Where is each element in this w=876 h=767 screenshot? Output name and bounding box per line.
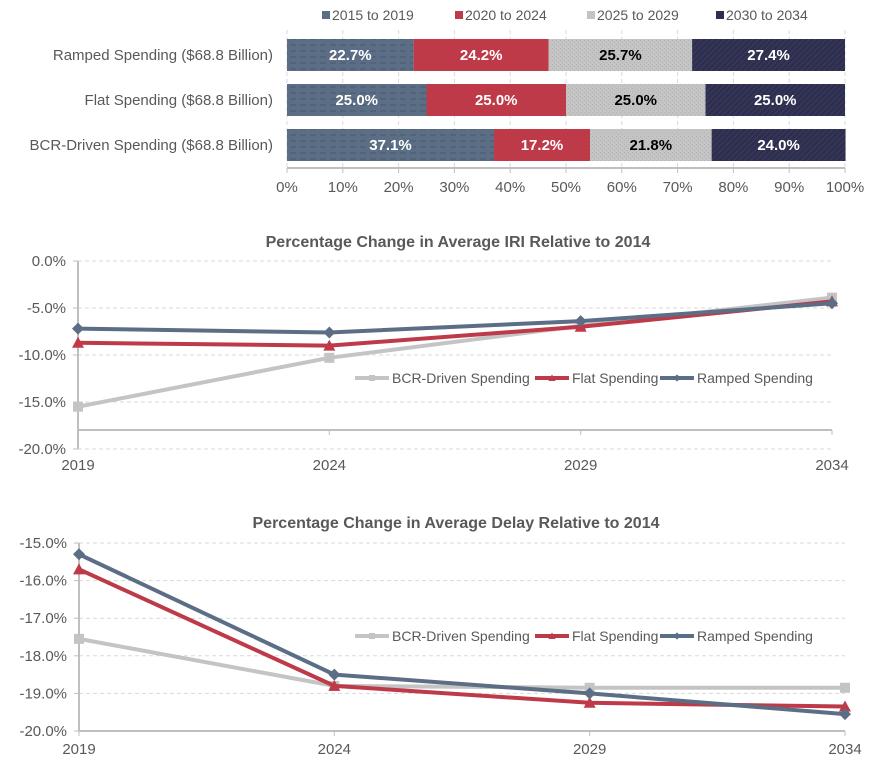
y-tick-label: -19.0%	[19, 685, 67, 702]
y-tick-label: -20.0%	[18, 441, 66, 458]
data-point-ramped-spending	[323, 326, 336, 339]
data-point-bcr-driven-spending	[840, 682, 850, 693]
bar-x-axis: 0% 10% 20% 30% 40% 50% 60% 70% 80% 90% 100%	[276, 167, 864, 196]
figure: 2015 to 2019 2020 to 2024 2025 to 2029 2030…	[18, 7, 865, 758]
data-point-ramped-spending	[72, 322, 84, 335]
iri-chart-title: Percentage Change in Average IRI Relativ…	[266, 234, 651, 251]
legend-label-bcr-driven-spending: BCR-Driven Spending	[392, 370, 530, 386]
category-label: Flat Spending ($68.8 Billion)	[85, 92, 273, 109]
legend-label-ramped-spending: Ramped Spending	[697, 628, 813, 644]
legend-swatch-2025-to-2029	[587, 11, 595, 19]
bar-x-tick-label: 100%	[826, 179, 864, 196]
bar-data-label: 24.2%	[460, 47, 503, 64]
bar-segments: 22.7% 24.2% 25.7% 27.4% 25.0% 25.0% 25.0% 25.0%…	[287, 39, 846, 161]
bar-legend: 2015 to 2019 2020 to 2024 2025 to 2029 2030…	[322, 7, 808, 23]
legend-label-2020-to-2024: 2020 to 2024	[465, 7, 547, 23]
delay-legend: BCR-Driven Spending Flat Spending Ramped S…	[355, 628, 813, 644]
bar-x-tick-label: 70%	[663, 179, 693, 196]
legend-marker-ramped-spending	[673, 374, 681, 382]
legend-swatch-2020-to-2024	[455, 11, 463, 19]
delay-line-chart: Percentage Change in Average Delay Relat…	[19, 515, 861, 758]
bar-data-label: 27.4%	[747, 47, 790, 64]
category-label: Ramped Spending ($68.8 Billion)	[53, 47, 273, 64]
y-tick-label: -15.0%	[18, 394, 66, 411]
legend-label-bcr-driven-spending: BCR-Driven Spending	[392, 628, 530, 644]
category-label: BCR-Driven Spending ($68.8 Billion)	[30, 137, 273, 154]
bar-x-tick-label: 90%	[774, 179, 804, 196]
legend-marker-bcr-driven-spending	[369, 633, 375, 639]
x-tick-label: 2019	[62, 741, 95, 758]
bar-data-label: 25.0%	[754, 92, 797, 109]
x-tick-label: 2024	[313, 457, 346, 474]
bar-x-tick-label: 80%	[718, 179, 748, 196]
iri-legend: BCR-Driven Spending Flat Spending Ramped S…	[355, 370, 813, 386]
bar-data-label: 24.0%	[757, 137, 800, 154]
x-tick-label: 2029	[564, 457, 597, 474]
iri-series	[72, 292, 838, 412]
legend-label-2015-to-2019: 2015 to 2019	[332, 7, 414, 23]
bar-data-label: 21.8%	[630, 137, 673, 154]
series-ramped-spending	[72, 297, 838, 339]
data-point-flat-spending	[73, 563, 85, 575]
bar-data-label: 25.7%	[599, 47, 642, 64]
legend-swatch-2015-to-2019	[322, 11, 330, 19]
y-tick-label: -15.0%	[19, 535, 67, 552]
x-tick-label: 2034	[815, 457, 848, 474]
y-tick-label: -10.0%	[18, 347, 66, 364]
x-tick-label: 2019	[61, 457, 94, 474]
bar-x-tick-label: 60%	[607, 179, 637, 196]
y-tick-label: -18.0%	[19, 648, 67, 665]
legend-label-2030-to-2034: 2030 to 2034	[726, 7, 808, 23]
bar-data-label: 37.1%	[369, 137, 412, 154]
y-tick-label: 0.0%	[32, 253, 66, 270]
x-tick-label: 2029	[573, 741, 606, 758]
bar-x-tick-label: 30%	[439, 179, 469, 196]
bar-x-tick-label: 10%	[328, 179, 358, 196]
iri-gridlines	[78, 260, 832, 450]
delay-axes: -15.0% -16.0% -17.0% -18.0% -19.0% -20.0%2019…	[19, 535, 861, 758]
data-point-bcr-driven-spending	[74, 633, 84, 644]
bar-x-tick-label: 20%	[384, 179, 414, 196]
legend-label-flat-spending: Flat Spending	[572, 370, 658, 386]
data-point-bcr-driven-spending	[73, 401, 83, 412]
bar-x-tick-label: 40%	[495, 179, 525, 196]
bar-data-label: 25.0%	[335, 92, 378, 109]
legend-label-2025-to-2029: 2025 to 2029	[597, 7, 679, 23]
bar-data-label: 22.7%	[329, 47, 372, 64]
data-point-ramped-spending	[73, 548, 85, 561]
iri-axes: 0.0% -5.0% -10.0% -15.0% -20.0%2019 2024 2029 2…	[18, 253, 848, 474]
iri-line-chart: Percentage Change in Average IRI Relativ…	[18, 234, 848, 474]
legend-marker-ramped-spending	[673, 632, 681, 640]
legend-label-ramped-spending: Ramped Spending	[697, 370, 813, 386]
data-point-ramped-spending	[328, 668, 341, 681]
series-line-bcr-driven-spending	[78, 636, 845, 690]
bar-category-labels: Ramped Spending ($68.8 Billion) Flat Spen…	[30, 47, 273, 154]
y-tick-label: -5.0%	[27, 300, 66, 317]
delay-chart-title: Percentage Change in Average Delay Relat…	[253, 515, 660, 532]
stacked-bar-chart: 2015 to 2019 2020 to 2024 2025 to 2029 2030…	[30, 7, 865, 196]
bar-x-tick-label: 0%	[276, 179, 298, 196]
data-point-bcr-driven-spending	[324, 352, 335, 363]
bar-data-label: 25.0%	[614, 92, 657, 109]
legend-label-flat-spending: Flat Spending	[572, 628, 658, 644]
bar-data-label: 17.2%	[521, 137, 564, 154]
y-tick-label: -20.0%	[19, 723, 67, 740]
y-tick-label: -16.0%	[19, 573, 67, 590]
x-tick-label: 2034	[828, 741, 861, 758]
legend-marker-bcr-driven-spending	[369, 375, 375, 381]
bar-data-label: 25.0%	[475, 92, 518, 109]
y-tick-label: -17.0%	[19, 610, 67, 627]
bar-x-tick-label: 50%	[551, 179, 581, 196]
legend-swatch-2030-to-2034	[716, 11, 724, 19]
x-tick-label: 2024	[318, 741, 351, 758]
